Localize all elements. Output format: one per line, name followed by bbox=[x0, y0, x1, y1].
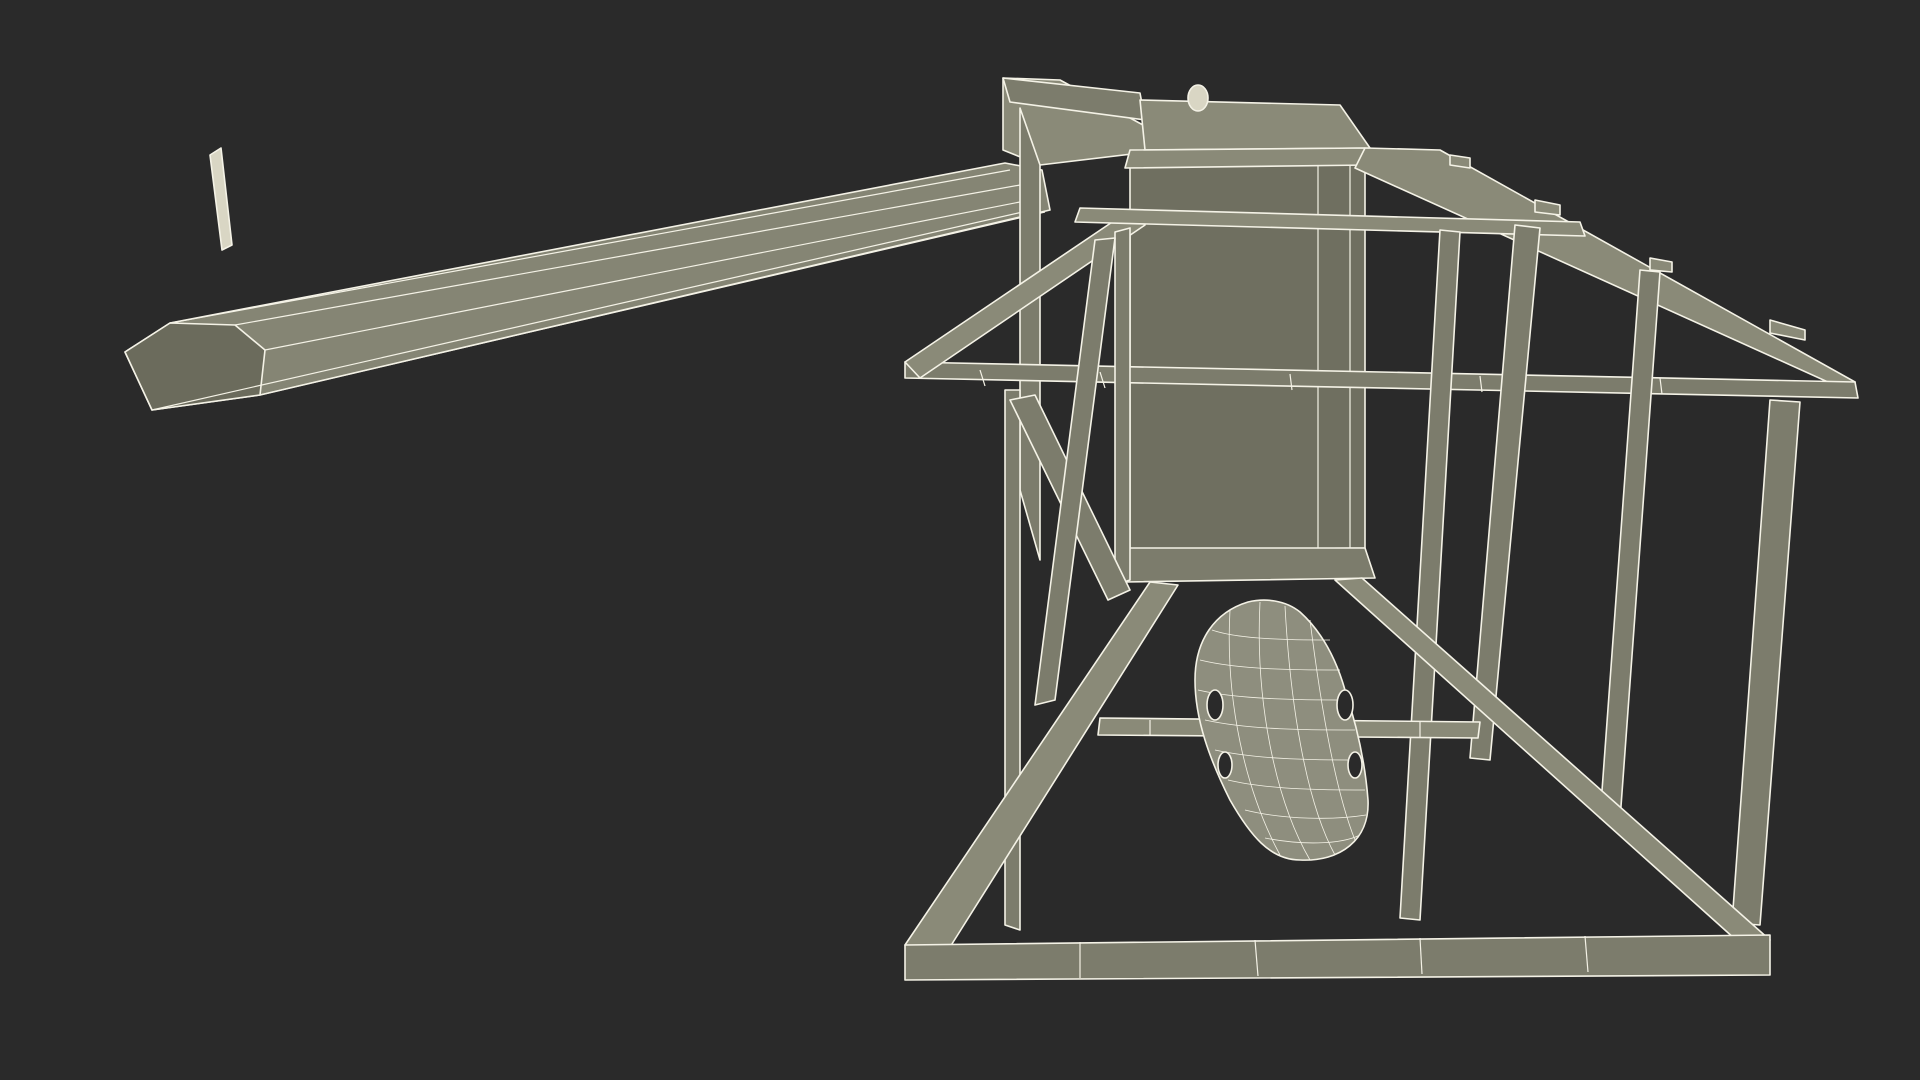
render-viewport[interactable] bbox=[0, 0, 1920, 1080]
